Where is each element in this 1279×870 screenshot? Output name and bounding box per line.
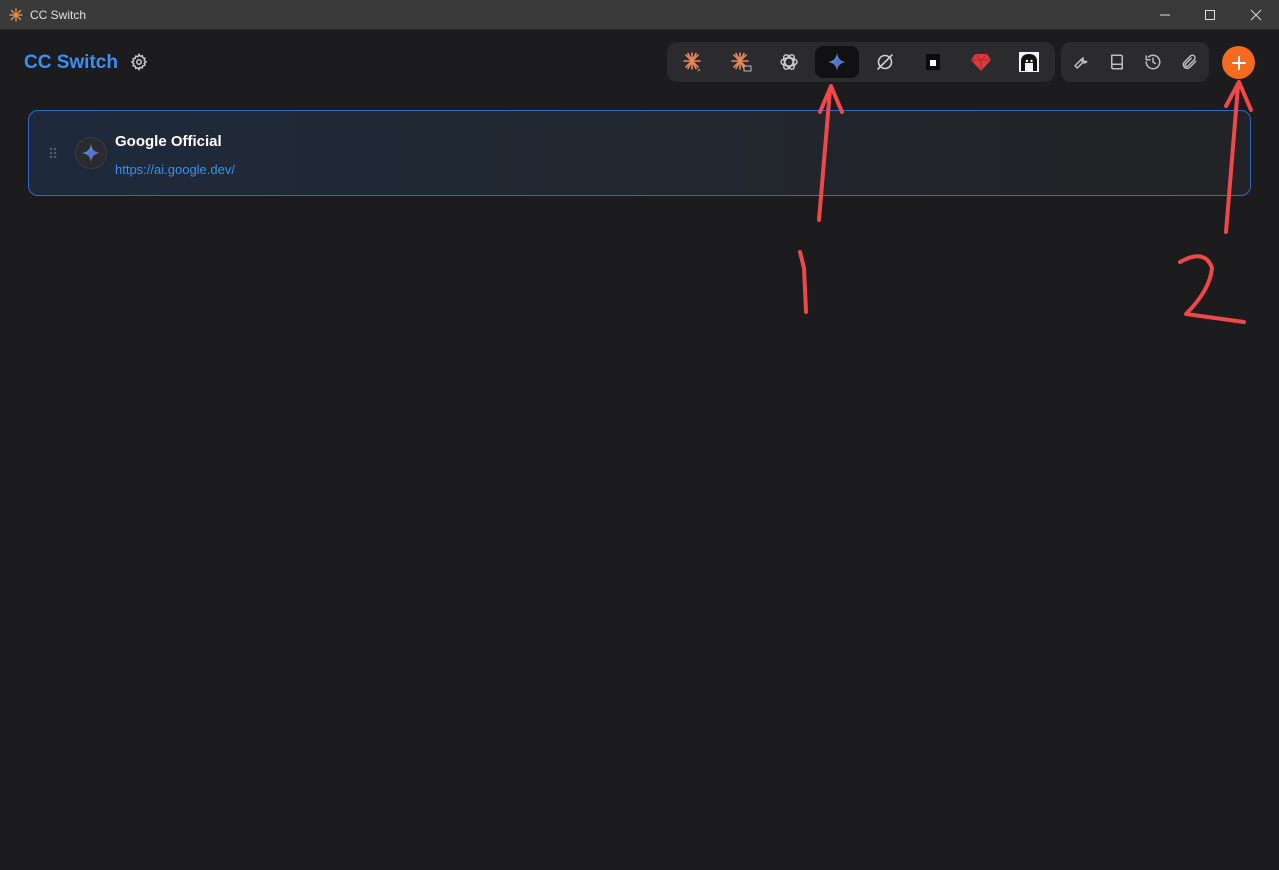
- app-switcher-toolbar: >_: [667, 42, 1055, 82]
- gemini-icon: [82, 144, 100, 162]
- app-tab-gemini[interactable]: [815, 46, 859, 78]
- plus-icon: [1231, 55, 1246, 70]
- close-button[interactable]: [1233, 0, 1279, 30]
- provider-url-link[interactable]: https://ai.google.dev/: [115, 162, 235, 177]
- minimize-icon: [1160, 14, 1170, 16]
- square-icon: [926, 54, 940, 70]
- app-logo-icon: [9, 8, 23, 22]
- book-icon: [1111, 54, 1123, 70]
- annotation-label-1: 1: [790, 299, 791, 301]
- svg-text:>_: >_: [697, 67, 704, 73]
- annotation-arrowhead-2: [1224, 80, 1253, 112]
- annotation-arrowhead-1: [818, 84, 844, 114]
- app-tab-codex[interactable]: [767, 46, 811, 78]
- paperclip-button[interactable]: [1177, 50, 1201, 74]
- claude-code-icon: >_: [683, 52, 704, 73]
- gear-icon[interactable]: [130, 53, 148, 71]
- openai-icon: [780, 54, 798, 70]
- app-tab-ruby[interactable]: [959, 46, 1003, 78]
- claude-desktop-icon: [731, 52, 752, 72]
- book-button[interactable]: [1105, 50, 1129, 74]
- app-tab-opencode[interactable]: [863, 46, 907, 78]
- add-provider-button[interactable]: [1222, 46, 1255, 79]
- close-icon: [1250, 9, 1262, 21]
- app-tab-avatar[interactable]: [1007, 46, 1051, 78]
- history-icon: [1145, 54, 1161, 70]
- paperclip-icon: [1182, 54, 1197, 70]
- history-button[interactable]: [1141, 50, 1165, 74]
- opencode-icon: [877, 54, 893, 70]
- app-tab-claude-desktop[interactable]: [719, 46, 763, 78]
- avatar-icon: [1019, 52, 1039, 72]
- minimize-button[interactable]: [1142, 0, 1188, 30]
- provider-avatar: [75, 137, 107, 169]
- gemini-icon: [828, 53, 846, 71]
- app-brand-title: CC Switch: [24, 52, 118, 73]
- annotation-numeral-1-stroke: [798, 250, 808, 314]
- ruby-icon: [971, 53, 991, 71]
- wrench-icon: [1074, 56, 1088, 69]
- wrench-button[interactable]: [1069, 50, 1093, 74]
- drag-handle-icon[interactable]: [49, 147, 57, 159]
- app-tab-claude-code[interactable]: >_: [671, 46, 715, 78]
- maximize-button[interactable]: [1187, 0, 1233, 30]
- app-tab-square[interactable]: [911, 46, 955, 78]
- window-titlebar: CC Switch: [0, 0, 1279, 30]
- annotation-numeral-2-stroke: [1178, 254, 1246, 324]
- provider-name: Google Official: [115, 133, 222, 150]
- window-title: CC Switch: [30, 8, 87, 22]
- annotation-label-2: 2: [1200, 299, 1201, 301]
- provider-card[interactable]: Google Official https://ai.google.dev/: [28, 110, 1251, 196]
- maximize-icon: [1205, 10, 1215, 20]
- tools-toolbar: [1061, 42, 1209, 82]
